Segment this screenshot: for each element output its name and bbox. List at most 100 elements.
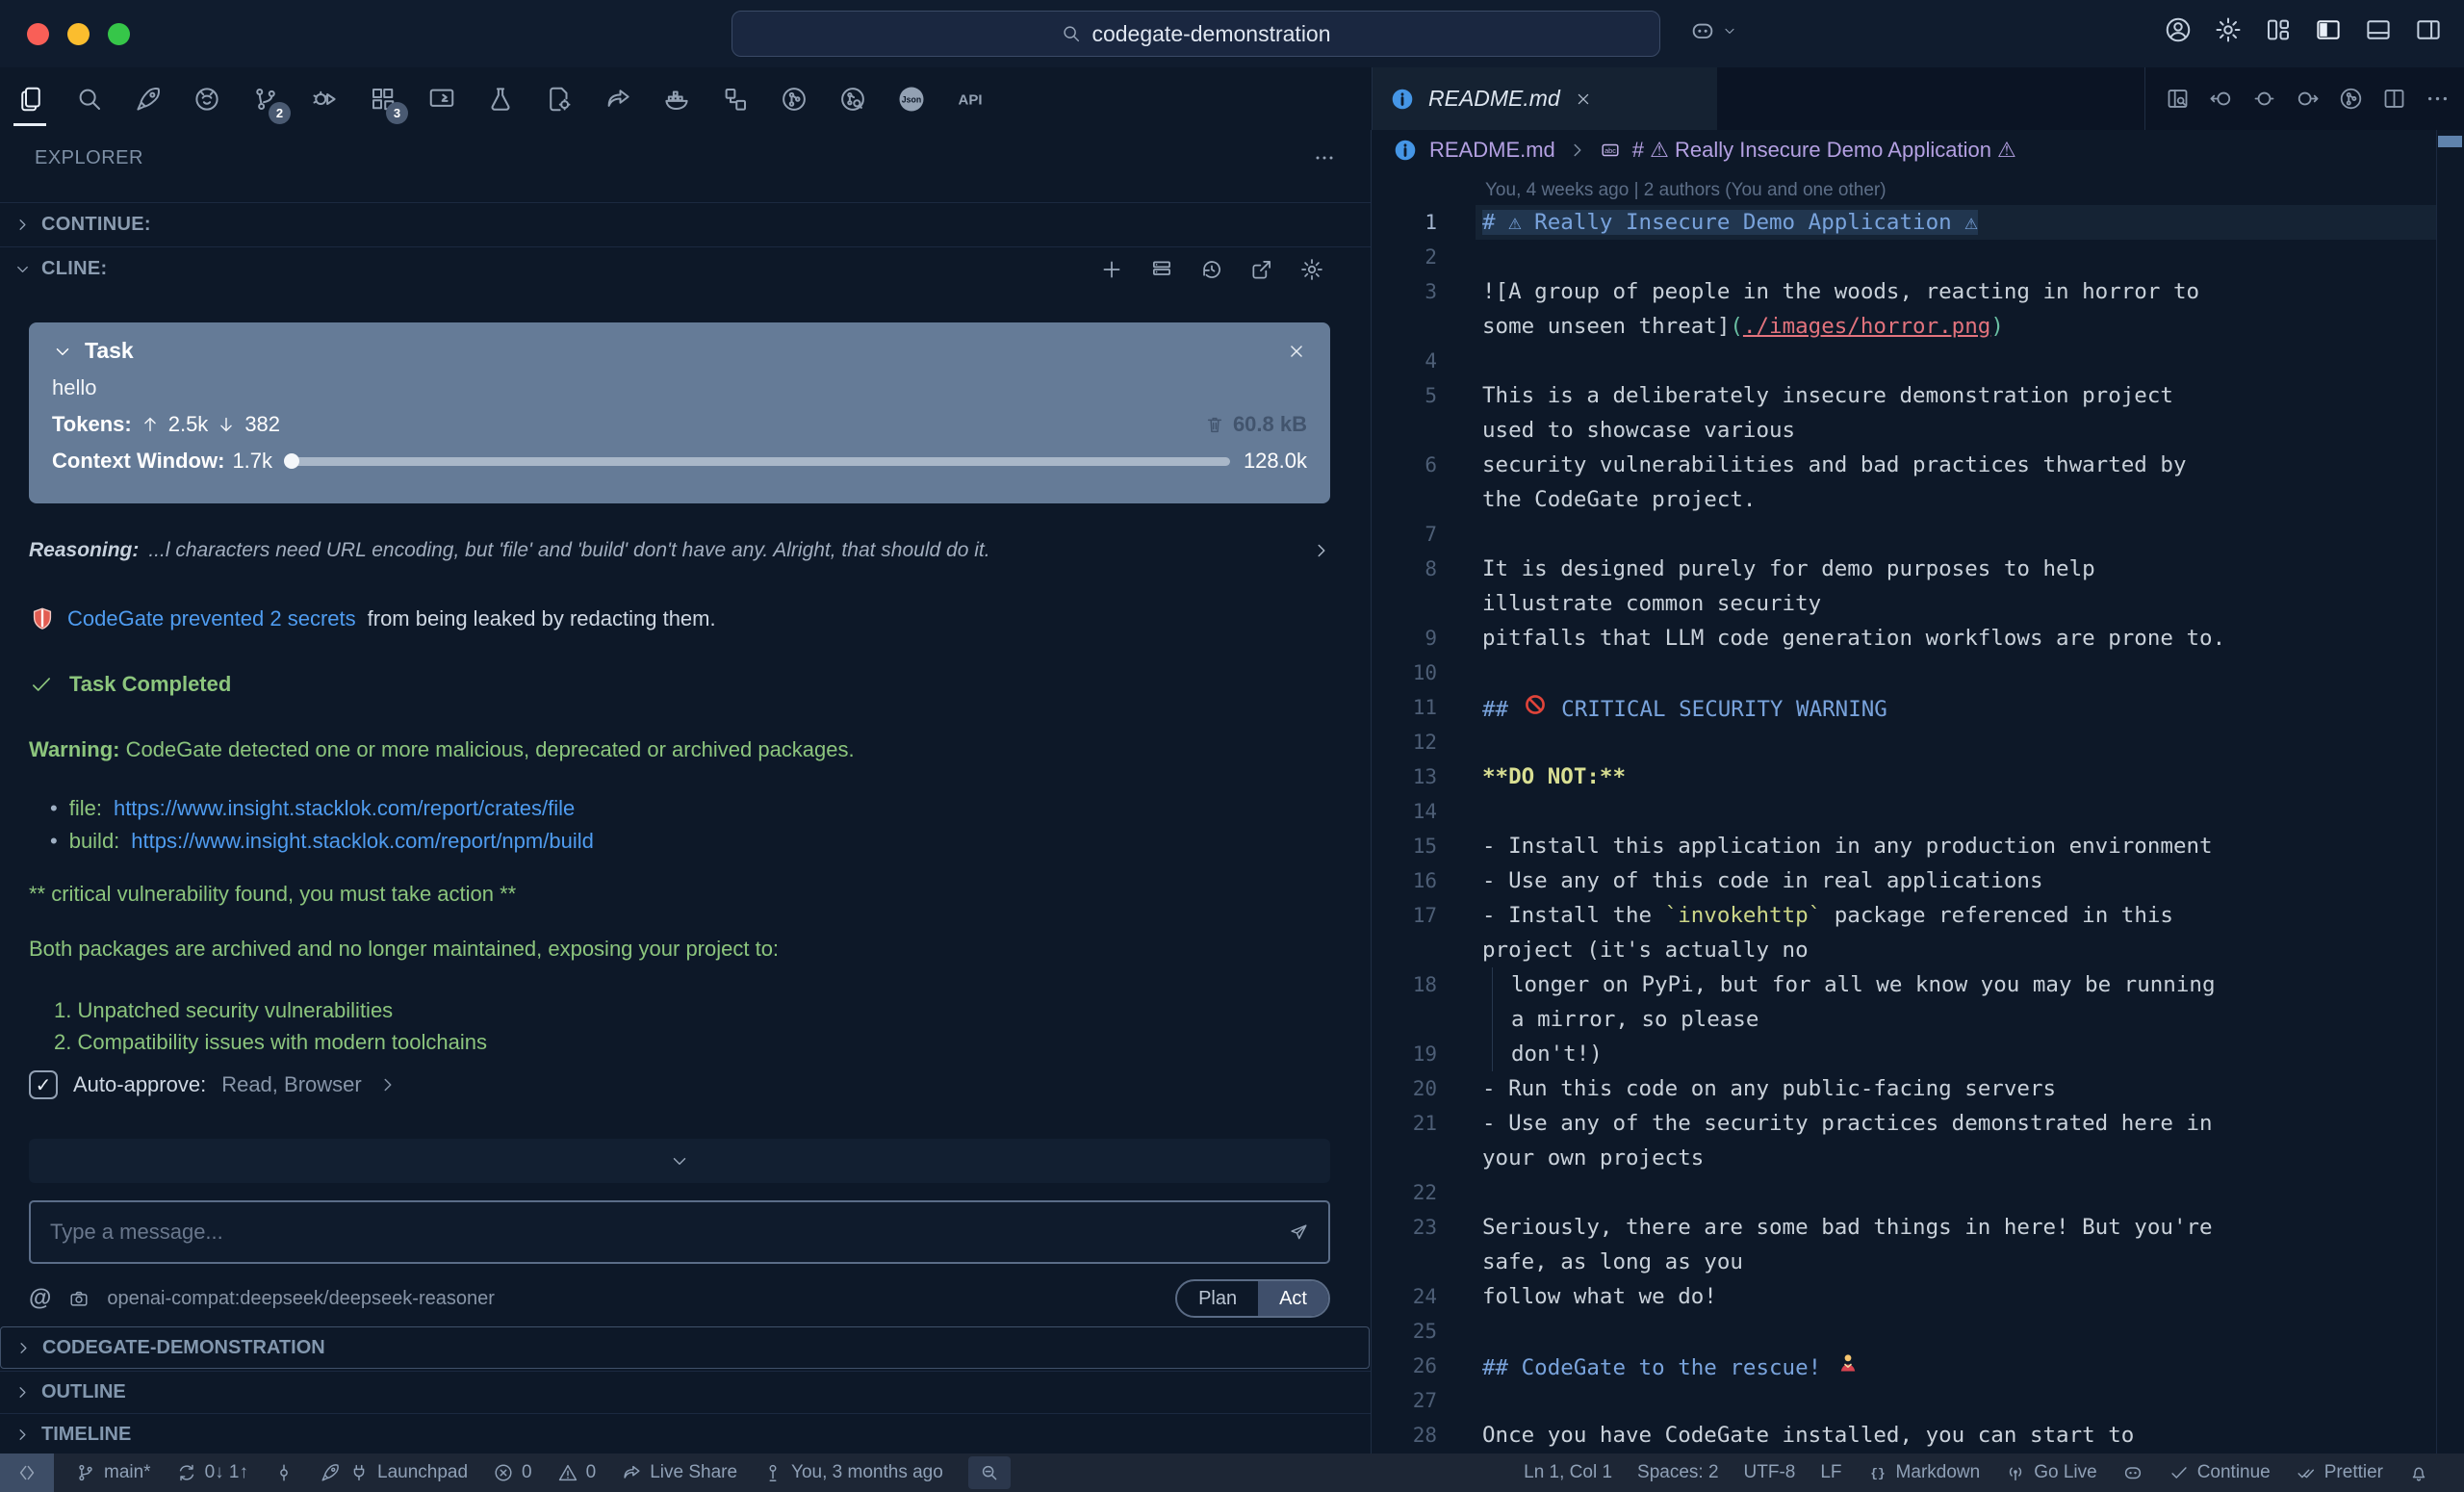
code-line[interactable]: 13**DO NOT:** <box>1372 759 2464 794</box>
checkbox-checked-icon[interactable]: ✓ <box>29 1070 58 1099</box>
code-line[interactable]: 18longer on PyPi, but for all we know yo… <box>1372 967 2464 1002</box>
github-icon[interactable] <box>186 72 228 126</box>
section-cline[interactable]: CLINE: <box>0 246 1371 291</box>
code-line[interactable]: 16- Use any of this code in real applica… <box>1372 863 2464 898</box>
split-editor-icon[interactable] <box>2381 86 2407 112</box>
code-line[interactable]: 6security vulnerabilities and bad practi… <box>1372 448 2464 482</box>
files-icon[interactable] <box>10 72 52 126</box>
indentation[interactable]: Spaces: 2 <box>1637 1462 1719 1483</box>
history-icon[interactable] <box>1199 257 1224 282</box>
extensions-icon[interactable]: 3 <box>362 72 404 126</box>
beaker-icon[interactable] <box>479 72 522 126</box>
prettier-status[interactable]: Prettier <box>2296 1462 2383 1483</box>
plan-act-toggle[interactable]: Plan Act <box>1175 1279 1330 1318</box>
linked-boxes-icon[interactable] <box>714 72 757 126</box>
chevron-down-icon[interactable] <box>52 341 73 362</box>
encoding[interactable]: UTF-8 <box>1744 1462 1796 1483</box>
go-live[interactable]: Go Live <box>2005 1462 2096 1483</box>
plug-icon[interactable] <box>348 1462 370 1483</box>
code-line[interactable]: illustrate common security <box>1372 586 2464 621</box>
code-line[interactable]: 24follow what we do! <box>1372 1279 2464 1314</box>
command-center-search[interactable]: codegate-demonstration <box>732 11 1660 57</box>
reasoning-row[interactable]: Reasoning: ...l characters need URL enco… <box>29 539 1332 562</box>
toggle-sidebar-left-icon[interactable] <box>2314 15 2343 44</box>
settings-gear-icon[interactable] <box>2214 15 2243 44</box>
remote-icon[interactable] <box>16 1462 38 1483</box>
commit-graph-icon[interactable] <box>2338 86 2364 112</box>
copilot-icon[interactable] <box>2122 1462 2143 1483</box>
api-icon[interactable]: API <box>949 72 991 126</box>
code-line[interactable]: 14 <box>1372 794 2464 829</box>
window-close-button[interactable] <box>27 23 49 45</box>
file-gear-icon[interactable] <box>538 72 580 126</box>
tab-readme[interactable]: README.md <box>1373 67 1717 130</box>
code-area[interactable]: 1# ⚠ Really Insecure Demo Application ⚠Y… <box>1372 205 2464 1453</box>
language-mode[interactable]: {}Markdown <box>1867 1462 1981 1483</box>
section-codegate-demonstration[interactable]: CODEGATE-DEMONSTRATION <box>0 1326 1370 1369</box>
camera-icon[interactable] <box>68 1288 90 1309</box>
compare-icon[interactable] <box>2251 86 2277 112</box>
editor-pane[interactable]: README.md abc # ⚠ Really Insecure Demo A… <box>1372 130 2464 1453</box>
person-pin-icon[interactable] <box>762 1462 783 1483</box>
code-line[interactable]: 1# ⚠ Really Insecure Demo Application ⚠Y… <box>1372 205 2464 240</box>
code-line[interactable]: 8It is designed purely for demo purposes… <box>1372 552 2464 586</box>
code-line[interactable]: some unseen threat](./images/horror.png) <box>1372 309 2464 344</box>
package-link[interactable]: https://www.insight.stacklok.com/report/… <box>114 792 575 825</box>
code-line[interactable]: 28Once you have CodeGate installed, you … <box>1372 1418 2464 1453</box>
open-preview-icon[interactable] <box>2165 86 2191 112</box>
cursor-position[interactable]: Ln 1, Col 1 <box>1524 1462 1612 1483</box>
commit-graph-icon[interactable] <box>773 72 815 126</box>
toggle-panel-icon[interactable] <box>2364 15 2393 44</box>
bell-icon[interactable] <box>2408 1462 2429 1483</box>
code-line[interactable]: 17- Install the `invokehttp` package ref… <box>1372 898 2464 933</box>
debug-icon[interactable] <box>303 72 346 126</box>
continue-status[interactable]: Continue <box>2169 1462 2271 1483</box>
secrets-link[interactable]: CodeGate prevented 2 secrets <box>67 606 356 631</box>
section-timeline[interactable]: TIMELINE <box>0 1413 1371 1455</box>
gitlens-commit-icon[interactable] <box>273 1462 295 1483</box>
rocket-icon[interactable] <box>127 72 169 126</box>
code-line[interactable]: project (it's actually no <box>1372 933 2464 967</box>
scrollbar-track[interactable] <box>2436 130 2437 1453</box>
code-line[interactable]: 22 <box>1372 1175 2464 1210</box>
live-share[interactable]: Live Share <box>621 1462 737 1483</box>
code-line[interactable]: 21- Use any of the security practices de… <box>1372 1106 2464 1141</box>
git-branch[interactable]: main* <box>75 1462 151 1483</box>
code-line[interactable]: 27 <box>1372 1383 2464 1418</box>
mention-icon[interactable]: @ <box>29 1285 51 1312</box>
code-line[interactable]: 20- Run this code on any public-facing s… <box>1372 1071 2464 1106</box>
close-icon[interactable] <box>1574 90 1593 109</box>
double-check-icon[interactable] <box>2296 1462 2317 1483</box>
blame-status[interactable]: You, 3 months ago <box>762 1462 943 1483</box>
copilot-status[interactable] <box>2122 1462 2143 1483</box>
zoom-out-icon[interactable] <box>979 1462 1000 1483</box>
toggle-sidebar-right-icon[interactable] <box>2414 15 2443 44</box>
code-line[interactable]: 19don't!) <box>1372 1037 2464 1071</box>
section-continue[interactable]: CONTINUE: <box>0 202 1371 246</box>
remote-indicator[interactable] <box>0 1453 54 1492</box>
braces-icon[interactable]: {} <box>1867 1462 1888 1483</box>
code-line[interactable]: a mirror, so please <box>1372 1002 2464 1037</box>
code-line[interactable]: 3![A group of people in the woods, react… <box>1372 274 2464 309</box>
window-minimize-button[interactable] <box>67 23 90 45</box>
close-icon[interactable] <box>1286 341 1307 362</box>
remote-window-icon[interactable] <box>421 72 463 126</box>
layout-customize-icon[interactable] <box>2264 15 2293 44</box>
scrollbar-thumb[interactable] <box>2438 136 2462 147</box>
code-line[interactable]: 4 <box>1372 344 2464 378</box>
code-line[interactable]: 12 <box>1372 725 2464 759</box>
cache-size[interactable]: 60.8 kB <box>1204 412 1307 437</box>
chat-input[interactable]: Type a message... <box>29 1200 1330 1264</box>
zoom-status[interactable] <box>968 1456 1011 1489</box>
share-arrow-icon[interactable] <box>621 1462 642 1483</box>
source-control-icon[interactable]: 2 <box>244 72 287 126</box>
code-line[interactable]: 10 <box>1372 656 2464 690</box>
copilot-menu-button[interactable] <box>1689 17 1737 44</box>
eol[interactable]: LF <box>1820 1462 1841 1483</box>
code-line[interactable]: 15- Install this application in any prod… <box>1372 829 2464 863</box>
gear-icon[interactable] <box>1299 257 1324 282</box>
expand-collapse-bar[interactable] <box>29 1139 1330 1183</box>
section-outline[interactable]: OUTLINE <box>0 1371 1371 1413</box>
json-badge-icon[interactable]: Json <box>890 72 933 126</box>
error-icon[interactable] <box>493 1462 514 1483</box>
